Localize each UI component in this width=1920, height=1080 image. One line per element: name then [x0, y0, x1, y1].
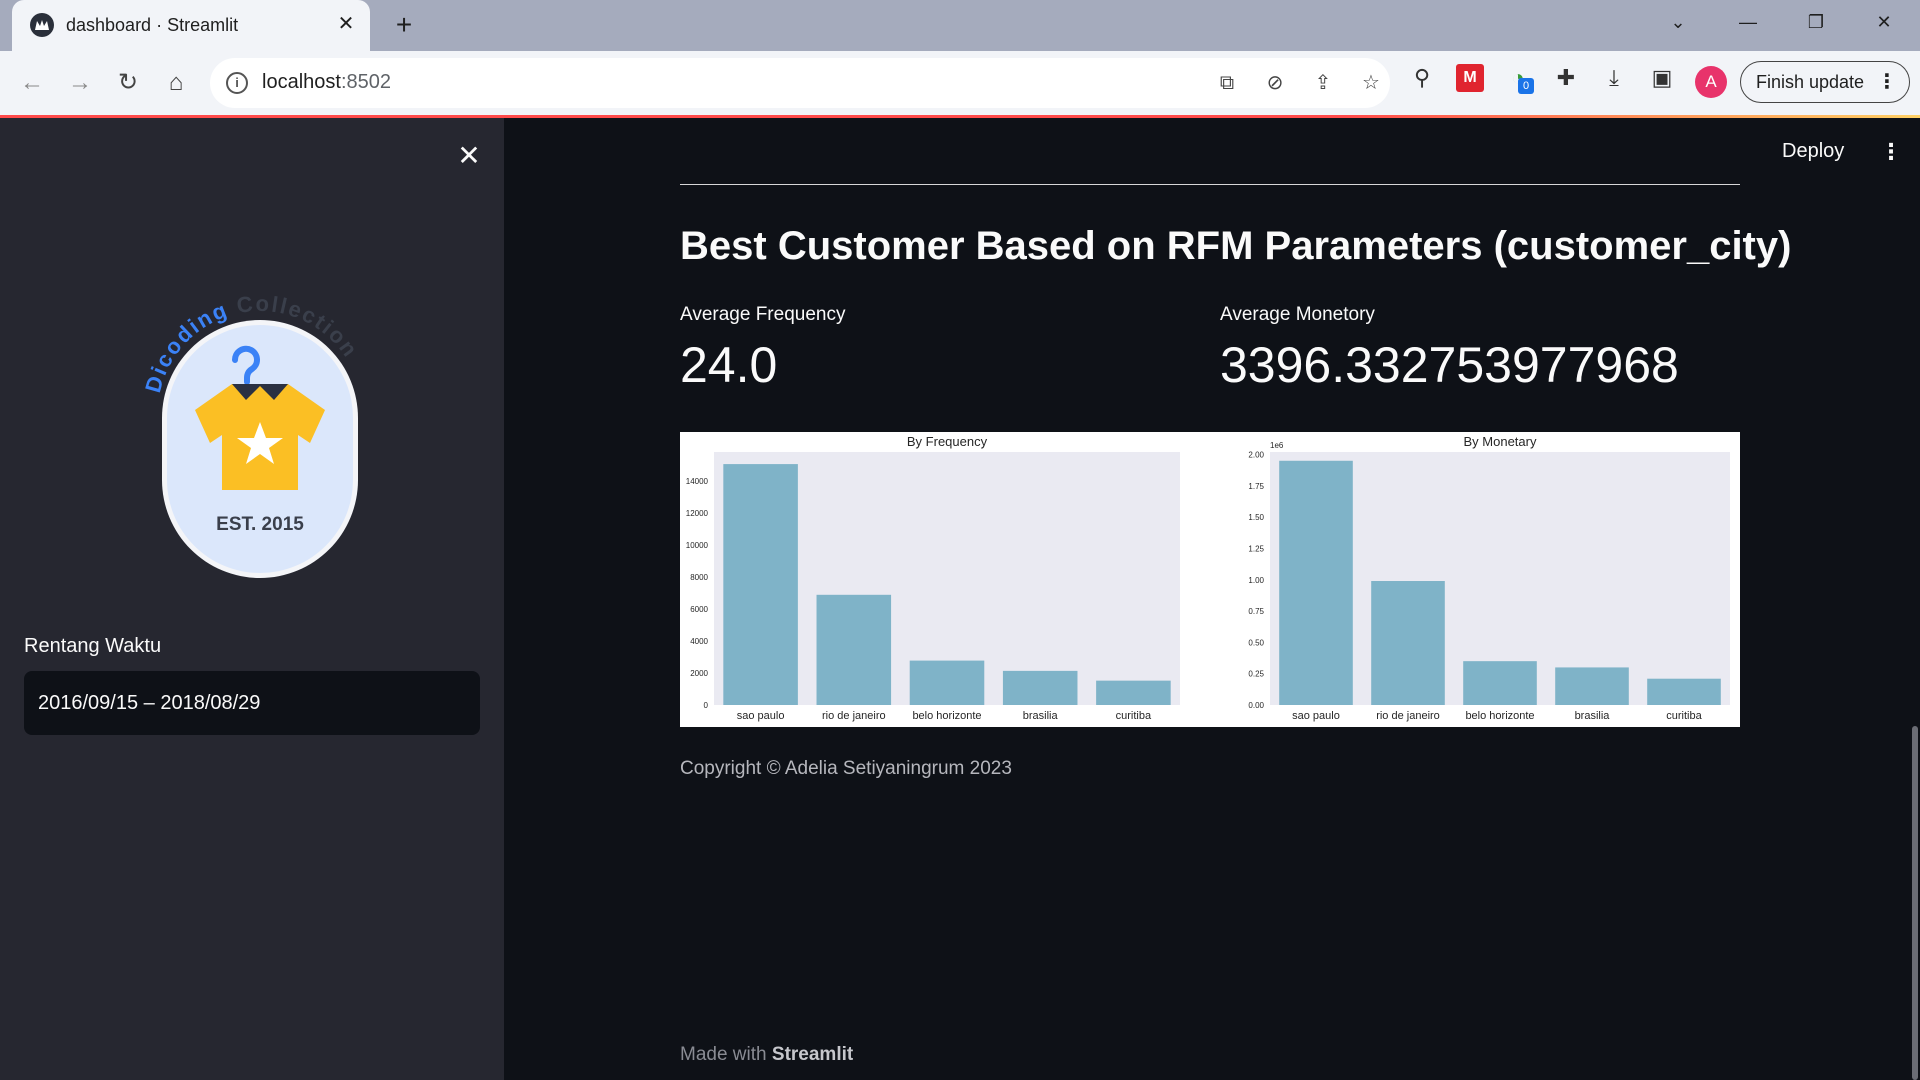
extension-mendeley-icon[interactable]: M — [1456, 64, 1484, 92]
y-tick-label: 1.00 — [1248, 576, 1264, 585]
y-tick-label: 8000 — [690, 573, 708, 582]
metric-value-frequency: 24.0 — [680, 337, 778, 393]
extension-wifi-icon[interactable]: ◔ 0 — [1504, 64, 1534, 94]
y-tick-label: 0.50 — [1248, 638, 1264, 647]
y-tick-label: 1.50 — [1248, 513, 1264, 522]
x-tick-label: curitiba — [1666, 710, 1702, 722]
dicoding-collection-logo: Dicoding Collection EST. 2015 — [140, 278, 380, 598]
browser-tab[interactable]: dashboard · Streamlit ✕ — [12, 0, 370, 51]
copyright-text: Copyright © Adelia Setiyaningrum 2023 — [680, 758, 1012, 779]
address-bar[interactable]: i localhost:8502 ⧉ ⊘ ⇪ ☆ — [210, 58, 1390, 108]
back-arrow-icon[interactable]: ← — [14, 65, 50, 101]
main-menu-icon[interactable]: ⋮ — [1880, 138, 1902, 166]
y-tick-label: 0 — [704, 701, 709, 710]
rfm-charts-figure: By Frequency 0 2000 4000 6000 8000 10000 12000 1… — [680, 432, 1740, 727]
y-tick-label: 0.75 — [1248, 607, 1264, 616]
scrollbar-thumb[interactable] — [1912, 726, 1918, 1080]
bar — [1371, 581, 1445, 705]
metric-label-frequency: Average Frequency — [680, 304, 846, 325]
y-tick-label: 0.00 — [1248, 701, 1264, 710]
bar — [909, 660, 985, 705]
charts-svg: By Frequency 0 2000 4000 6000 8000 10000 12000 1… — [686, 434, 1730, 722]
forward-arrow-icon[interactable]: → — [62, 65, 98, 101]
y-tick-label: 1.75 — [1248, 482, 1264, 491]
logo-est-text: EST. 2015 — [216, 514, 304, 535]
x-tick-label: rio de janeiro — [822, 710, 886, 722]
window-close-icon[interactable]: ✕ — [1866, 8, 1902, 36]
bar — [1002, 670, 1078, 705]
sidebar: ✕ Dicoding Collection EST. 2015 Rentang … — [0, 118, 504, 1080]
y-tick-label: 2.00 — [1248, 451, 1264, 460]
chart-title: By Frequency — [907, 434, 988, 449]
x-tick-label: sao paulo — [1292, 710, 1340, 722]
share-icon[interactable]: ⇪ — [1310, 70, 1336, 96]
y-scale-label: 1e6 — [1270, 441, 1284, 450]
y-tick-label: 1.25 — [1248, 544, 1264, 553]
finish-update-button[interactable]: Finish update ⋮ — [1740, 61, 1910, 103]
y-tick-label: 0.25 — [1248, 670, 1264, 679]
reload-icon[interactable]: ↻ — [110, 65, 146, 101]
download-icon[interactable]: ⤓ — [1600, 64, 1628, 92]
date-range-label: Rentang Waktu — [24, 635, 162, 657]
x-tick-label: brasilia — [1575, 710, 1611, 722]
bookmark-star-icon[interactable]: ☆ — [1358, 70, 1384, 96]
metric-label-monetory: Average Monetory — [1220, 304, 1375, 325]
extensions-puzzle-icon[interactable]: ✚ — [1552, 64, 1580, 92]
bar — [723, 464, 798, 705]
y-tick-label: 6000 — [690, 605, 708, 614]
browser-tab-bar: dashboard · Streamlit ✕ + ⌄ — ❐ ✕ — [0, 0, 1920, 51]
menu-dots-icon: ⋮ — [1877, 71, 1897, 93]
bar — [1279, 460, 1353, 705]
bar — [1096, 680, 1171, 705]
x-tick-label: rio de janeiro — [1376, 710, 1440, 722]
x-tick-label: curitiba — [1116, 710, 1152, 722]
url-text: localhost:8502 — [262, 71, 391, 93]
profile-avatar[interactable]: A — [1695, 66, 1727, 98]
metric-value-monetory: 3396.332753977968 — [1220, 337, 1679, 393]
x-tick-label: belo horizonte — [1465, 710, 1534, 722]
eye-off-icon[interactable]: ⊘ — [1262, 70, 1288, 96]
restore-icon[interactable]: ❐ — [1798, 8, 1834, 36]
page-title: Best Customer Based on RFM Parameters (c… — [680, 224, 1792, 268]
tab-search-chevron-icon[interactable]: ⌄ — [1660, 8, 1696, 36]
tab-title: dashboard · Streamlit — [66, 15, 239, 35]
y-tick-label: 4000 — [690, 637, 708, 646]
browser-toolbar: ← → ↻ ⌂ i localhost:8502 ⧉ ⊘ ⇪ ☆ ⚲ M ◔ 0 … — [0, 51, 1920, 115]
bar — [1463, 661, 1537, 705]
tab-close-icon[interactable]: ✕ — [334, 12, 358, 36]
new-tab-icon[interactable]: + — [390, 11, 418, 40]
divider — [680, 184, 1740, 185]
sidebar-close-icon[interactable]: ✕ — [455, 142, 483, 170]
deploy-button[interactable]: Deploy — [1782, 140, 1844, 163]
side-panel-icon[interactable]: ▣ — [1648, 64, 1676, 92]
date-range-input[interactable]: 2016/09/15 – 2018/08/29 — [24, 671, 480, 735]
bar — [1647, 678, 1721, 705]
made-with-streamlit[interactable]: Made with Streamlit — [680, 1044, 853, 1066]
translate-icon[interactable]: ⧉ — [1214, 70, 1240, 96]
bar — [1555, 667, 1629, 705]
y-tick-label: 14000 — [686, 477, 709, 486]
home-icon[interactable]: ⌂ — [158, 65, 194, 101]
x-tick-label: belo horizonte — [912, 710, 981, 722]
bar — [816, 594, 892, 705]
x-tick-label: brasilia — [1023, 710, 1059, 722]
streamlit-favicon-icon — [30, 13, 54, 37]
main-content: Deploy ⋮ Best Customer Based on RFM Para… — [504, 118, 1920, 1080]
chart-title: By Monetary — [1464, 434, 1537, 449]
minimize-icon[interactable]: — — [1730, 8, 1766, 36]
y-tick-label: 2000 — [690, 669, 708, 678]
x-tick-label: sao paulo — [737, 710, 785, 722]
site-info-icon[interactable]: i — [226, 72, 248, 94]
y-tick-label: 10000 — [686, 541, 709, 550]
y-tick-label: 12000 — [686, 509, 709, 518]
extension-search-icon[interactable]: ⚲ — [1408, 64, 1436, 92]
